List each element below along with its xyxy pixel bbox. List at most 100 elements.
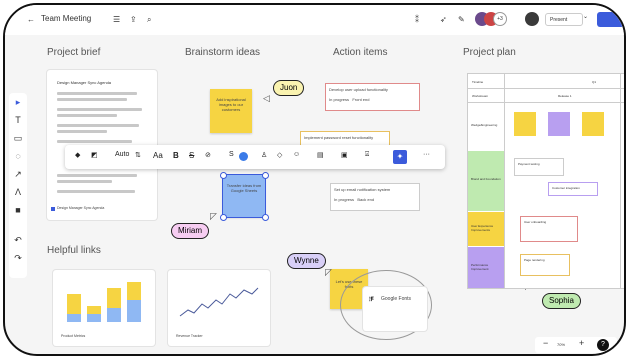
back-icon[interactable]: ←	[27, 14, 35, 26]
action-item-card[interactable]: Set up email notification system In prog…	[330, 183, 420, 211]
resize-handle[interactable]	[262, 214, 269, 221]
plan-card[interactable]: Page rendering	[520, 254, 570, 276]
sticky-note-icon[interactable]: ▭	[11, 133, 25, 144]
column-divider	[620, 74, 621, 288]
link-card-product-metrics[interactable]: Product Metrics	[53, 270, 155, 346]
action-item-title: Set up email notification system	[334, 187, 391, 192]
more-icon[interactable]: ···	[423, 151, 430, 158]
chevron-down-icon[interactable]: ⌄	[583, 13, 588, 20]
plan-sticky[interactable]	[582, 112, 604, 136]
size-button[interactable]: S	[229, 151, 234, 158]
text-icon[interactable]: T	[11, 115, 25, 125]
comment-icon[interactable]: ▣	[341, 151, 348, 159]
reaction-icon[interactable]: ➶	[440, 14, 447, 26]
zoom-in-button[interactable]: +	[579, 338, 584, 348]
sub-header: Release 1	[558, 94, 572, 98]
pin-icon[interactable]: ◆	[75, 151, 80, 159]
frame-icon[interactable]: ■	[11, 205, 25, 215]
sticky-note-yellow[interactable]: Add inspirational images to our customer…	[210, 89, 252, 133]
text-line	[57, 124, 139, 127]
row-label-cell: Wedge/Engineering	[468, 103, 504, 150]
present-button[interactable]: Present	[545, 13, 583, 26]
row-label: Performance Improvement	[471, 263, 489, 271]
emoji-icon[interactable]: ☺	[293, 151, 300, 158]
plan-sticky[interactable]	[548, 112, 570, 136]
user-avatar[interactable]	[525, 12, 539, 26]
status-badge: In progress	[334, 197, 355, 202]
link-card-revenue-tracker[interactable]: Revenue Tracker	[168, 270, 270, 346]
resize-handle[interactable]	[220, 172, 227, 179]
status-badge: In progress	[329, 97, 350, 102]
cursor-label-sophia: Sophia	[542, 293, 581, 309]
sticky-text: Add inspirational images to our customer…	[216, 97, 246, 112]
strikethrough-button[interactable]: S	[189, 151, 194, 160]
resize-handle[interactable]	[262, 172, 269, 179]
action-item-title: Implement password reset functionality	[304, 135, 374, 140]
project-plan-table[interactable]: Timeline Q1 Workstream Release 1 Wedge/E…	[467, 73, 624, 289]
plan-sticky[interactable]	[514, 112, 536, 136]
link-card-google-fonts[interactable]: ⁝Ꞙ Google Fonts	[363, 287, 427, 331]
sticky-text: Transfer ideas from Google Sheets	[226, 183, 262, 193]
font-size-select[interactable]: Auto	[115, 151, 129, 158]
undo-icon[interactable]: ↶	[11, 235, 25, 246]
text-line	[57, 190, 135, 193]
text-line	[57, 108, 142, 111]
draw-icon[interactable]: ✎	[458, 14, 465, 26]
shapes-icon[interactable]: ◌	[11, 151, 25, 161]
plan-card[interactable]: Customer integration	[548, 182, 598, 196]
select-cursor-icon[interactable]: ▸	[11, 97, 25, 108]
tag-icon[interactable]: ◇	[277, 151, 282, 159]
link-title: Product Metrics	[61, 334, 86, 338]
app-window: ← Team Meeting ☰ ⇪ ⌕ ⁑ ➶ ✎ +3 Present ⌄ …	[3, 3, 626, 356]
text-line	[57, 180, 112, 183]
duplicate-icon[interactable]: ▤	[317, 151, 324, 159]
zoom-controls: − 70% + ?	[535, 337, 617, 353]
text-line	[57, 140, 132, 143]
bar-chart-thumbnail	[67, 282, 141, 322]
section-title-project-brief: Project brief	[47, 47, 101, 58]
zoom-out-button[interactable]: −	[543, 338, 548, 348]
cursor-arrow-icon: ◁	[263, 93, 270, 103]
menu-icon[interactable]: ☰	[113, 14, 120, 26]
plan-card[interactable]: User onboarding	[520, 216, 578, 242]
share-upload-icon[interactable]: ⇪	[130, 14, 137, 26]
connector-icon[interactable]: ↗	[11, 169, 25, 180]
text-line	[57, 98, 127, 101]
row-divider	[468, 88, 624, 89]
color-swatch[interactable]	[239, 152, 248, 161]
people-icon[interactable]: ♙	[261, 151, 267, 159]
bold-button[interactable]: B	[173, 151, 179, 160]
action-item-card[interactable]: Develop user upload functionality In pro…	[325, 83, 420, 111]
lock-icon[interactable]: ⍓	[365, 151, 369, 159]
help-button[interactable]: ?	[597, 339, 609, 351]
google-fonts-icon: ⁝Ꞙ	[369, 297, 374, 303]
chevron-down-icon[interactable]: ⇅	[135, 151, 141, 159]
sticky-style-icon[interactable]: ◩	[91, 151, 98, 159]
text-style-button[interactable]: Aa	[153, 151, 163, 160]
board-title[interactable]: Team Meeting	[41, 14, 91, 23]
zoom-level[interactable]: 70%	[557, 342, 565, 347]
format-toolbar: ◆ ◩ Auto ⇅ Aa B S ⊘ S ♙ ◇ ☺ ▤ ▣ ⍓ ✦ ···	[65, 145, 445, 169]
plan-card-title: Page rendering	[524, 258, 545, 262]
sticky-note-blue-selected[interactable]: Transfer ideas from Google Sheets	[222, 174, 266, 218]
link-title: Google Fonts	[381, 296, 412, 302]
row-label-cell: Brand and Foundation	[468, 151, 504, 211]
ai-assist-icon[interactable]: ✦	[393, 150, 407, 164]
row-label-cell: User Experience Improvements	[468, 212, 504, 246]
link-icon[interactable]: ⊘	[205, 151, 211, 159]
column-header: Timeline	[472, 80, 484, 84]
section-title-action-items: Action items	[333, 47, 388, 58]
plan-card[interactable]: Payment testing	[514, 158, 564, 176]
apps-icon[interactable]: ⁑	[415, 14, 419, 26]
doc-icon	[51, 207, 55, 211]
status-badge: Front end	[352, 97, 370, 102]
search-icon[interactable]: ⌕	[147, 14, 151, 26]
pen-icon[interactable]: Λ	[11, 187, 25, 197]
avatar-count[interactable]: +3	[493, 12, 507, 26]
resize-handle[interactable]	[220, 214, 227, 221]
redo-icon[interactable]: ↷	[11, 253, 25, 264]
text-line	[57, 174, 137, 177]
section-title-helpful-links: Helpful links	[47, 245, 101, 256]
cursor-arrow-icon: ◸	[325, 267, 332, 277]
share-button[interactable]	[597, 12, 624, 27]
